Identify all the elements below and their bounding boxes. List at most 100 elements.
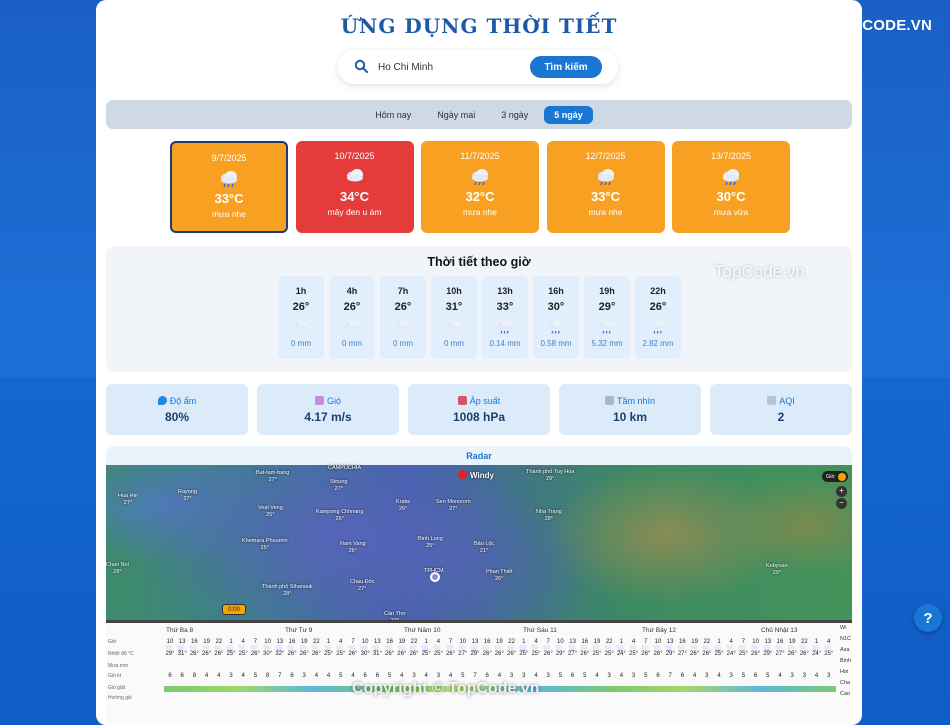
search-button[interactable]: Tìm kiếm <box>530 56 602 78</box>
search-icon <box>354 59 368 73</box>
meteogram-cell: 4 <box>778 673 782 679</box>
meteogram: Thứ Ba 8 Thứ Tư 9 Thứ Năm 10 Thứ Sáu 11 Thứ … <box>106 620 852 725</box>
day-card[interactable]: 11/7/2025 32°C mưa nhẹ <box>421 141 539 233</box>
hour-rain: 0.14 mm <box>489 339 521 348</box>
forecast-day-label: Thứ Sáu 11 <box>523 627 557 634</box>
place-name: Thành phố Tuy Hòa <box>526 469 575 475</box>
place-name: Stoung <box>330 479 348 485</box>
meteogram-cell: 6 <box>363 673 367 679</box>
map-place-label: Chan Noi 28° <box>106 562 129 576</box>
rain-cloud-icon <box>723 169 739 186</box>
weather-icon <box>567 643 576 652</box>
meteogram-cell: 4 <box>717 673 721 679</box>
day-card[interactable]: 13/7/2025 30°C mưa vừa <box>672 141 790 233</box>
meteogram-cell: 3 <box>436 673 441 679</box>
radar-map[interactable]: Windy Gió + − 0:00 Bat-tam-bang 27° CAMPUC… <box>106 465 852 624</box>
meteogram-cell: 8 <box>265 673 270 679</box>
meteogram-cell: 4 <box>351 673 355 679</box>
cloud-icon <box>447 320 461 331</box>
meteogram-cell: 6 <box>168 673 172 679</box>
stat-label: Độ ẩm <box>169 396 197 406</box>
hour-time: 1h <box>295 286 307 296</box>
map-place-label: Phan Thiết 26° <box>486 569 513 583</box>
weather-icon <box>287 643 295 650</box>
place-name: Nam Vang <box>340 541 366 547</box>
hour-rain: 0 mm <box>342 339 362 348</box>
search-bar: Tìm kiếm <box>338 50 618 84</box>
droplet-icon <box>157 396 167 405</box>
tab-0[interactable]: Hôm nay <box>365 106 421 124</box>
hour-time: 10h <box>446 286 462 296</box>
hour-time: 19h <box>599 286 615 296</box>
tab-3[interactable]: 5 ngày <box>544 105 593 124</box>
meteogram-cell: 3 <box>631 673 636 679</box>
meteogram-cell: 3 <box>229 673 233 679</box>
weather-icon <box>421 643 429 652</box>
stat-card: AQI 2 <box>710 384 852 435</box>
weather-icon <box>299 643 307 650</box>
meteogram-cell: 4 <box>692 673 697 679</box>
meteogram-cell: 6 <box>290 673 294 679</box>
zoom-out-button[interactable]: − <box>836 498 847 509</box>
forecast-day-label: Thứ Bảy 12 <box>642 627 676 634</box>
weather-app-card: ỨNG DỤNG THỜI TIẾT Tìm kiếm Hôm nay Ngày … <box>96 0 862 725</box>
tab-1[interactable]: Ngày mai <box>427 106 485 124</box>
meteogram-cell: 5 <box>644 673 648 679</box>
hour-time: 13h <box>497 286 513 296</box>
place-name: Bat-tam-bang <box>256 470 290 476</box>
zoom-in-button[interactable]: + <box>836 486 847 497</box>
time-badge[interactable]: 0:00 <box>222 604 246 615</box>
weather-icon <box>458 643 466 650</box>
weather-icon <box>604 643 612 650</box>
tab-2[interactable]: 3 ngày <box>491 106 538 124</box>
meteogram-cell: 3 <box>802 673 807 679</box>
stat-label: Gió <box>326 396 341 406</box>
day-card[interactable]: 12/7/2025 33°C mưa nhẹ <box>546 141 665 233</box>
hour-rain: 0 mm <box>393 339 413 348</box>
page-title: ỨNG DỤNG THỜI TIẾT <box>340 14 618 38</box>
cloud-icon <box>346 169 363 182</box>
meteogram-cell: 4 <box>619 673 624 679</box>
place-name: Bảo Lộc <box>474 541 495 547</box>
hour-time: 7h <box>397 286 409 296</box>
weather-icon <box>555 643 563 650</box>
windy-logo[interactable]: Windy <box>458 470 494 480</box>
day-temp: 34°C <box>339 189 370 204</box>
help-button[interactable]: ? <box>914 604 942 632</box>
meteogram-cell: 4 <box>326 673 331 679</box>
stat-label-row: Độ ẩm <box>106 396 248 406</box>
place-name: Cần Thơ <box>384 611 406 617</box>
map-place-label: Nha Trang 28° <box>536 509 562 523</box>
stat-label: Tầm nhìn <box>616 396 656 406</box>
meteogram-cell: 4 <box>595 673 599 679</box>
place-temp: 27° <box>268 477 277 483</box>
weather-icon <box>238 643 246 650</box>
map-place-label: Khemara Phoumin 25° <box>242 538 288 552</box>
rain-cloud-icon <box>597 169 614 186</box>
station-list: Wi N1C Asa Binh Hoi Cha Cao <box>840 623 852 725</box>
rain-cloud-icon <box>472 169 488 186</box>
hour-rain: 0.58 mm <box>540 339 572 348</box>
weather-icon <box>787 643 795 650</box>
row-label: Mưa mm <box>108 663 129 669</box>
hour-card: 22h 26° 2.82 mm <box>635 276 681 359</box>
place-name: Nha Trang <box>536 509 562 515</box>
watermark-center: Copyright © TopCode.vn <box>352 680 540 697</box>
day-card[interactable]: 10/7/2025 34°C mây đen u ám <box>295 141 414 233</box>
cloud-icon <box>294 320 308 331</box>
day-card[interactable]: 9/7/2025 33°C mưa nhẹ <box>170 141 288 233</box>
hour-time: 16h <box>548 286 564 296</box>
day-temp: 32°C <box>465 189 495 204</box>
meteogram-cell: 4 <box>497 673 502 679</box>
place-name: Rayong <box>178 489 197 495</box>
hour-rain: 0 mm <box>444 339 464 348</box>
map-place-label: CAMPUCHIA <box>328 465 361 472</box>
weather-icon <box>445 643 454 650</box>
meteogram-cell: 4 <box>424 673 428 679</box>
weather-icon <box>189 643 197 650</box>
daily-forecast: 9/7/2025 33°C mưa nhẹ 10/7/2025 34°C mây đen … <box>170 141 790 233</box>
search-input[interactable] <box>378 57 518 77</box>
layer-toggle[interactable]: Gió <box>822 471 848 482</box>
meteogram-cell: 3 <box>607 673 611 679</box>
hour-temp: 26° <box>343 301 361 313</box>
